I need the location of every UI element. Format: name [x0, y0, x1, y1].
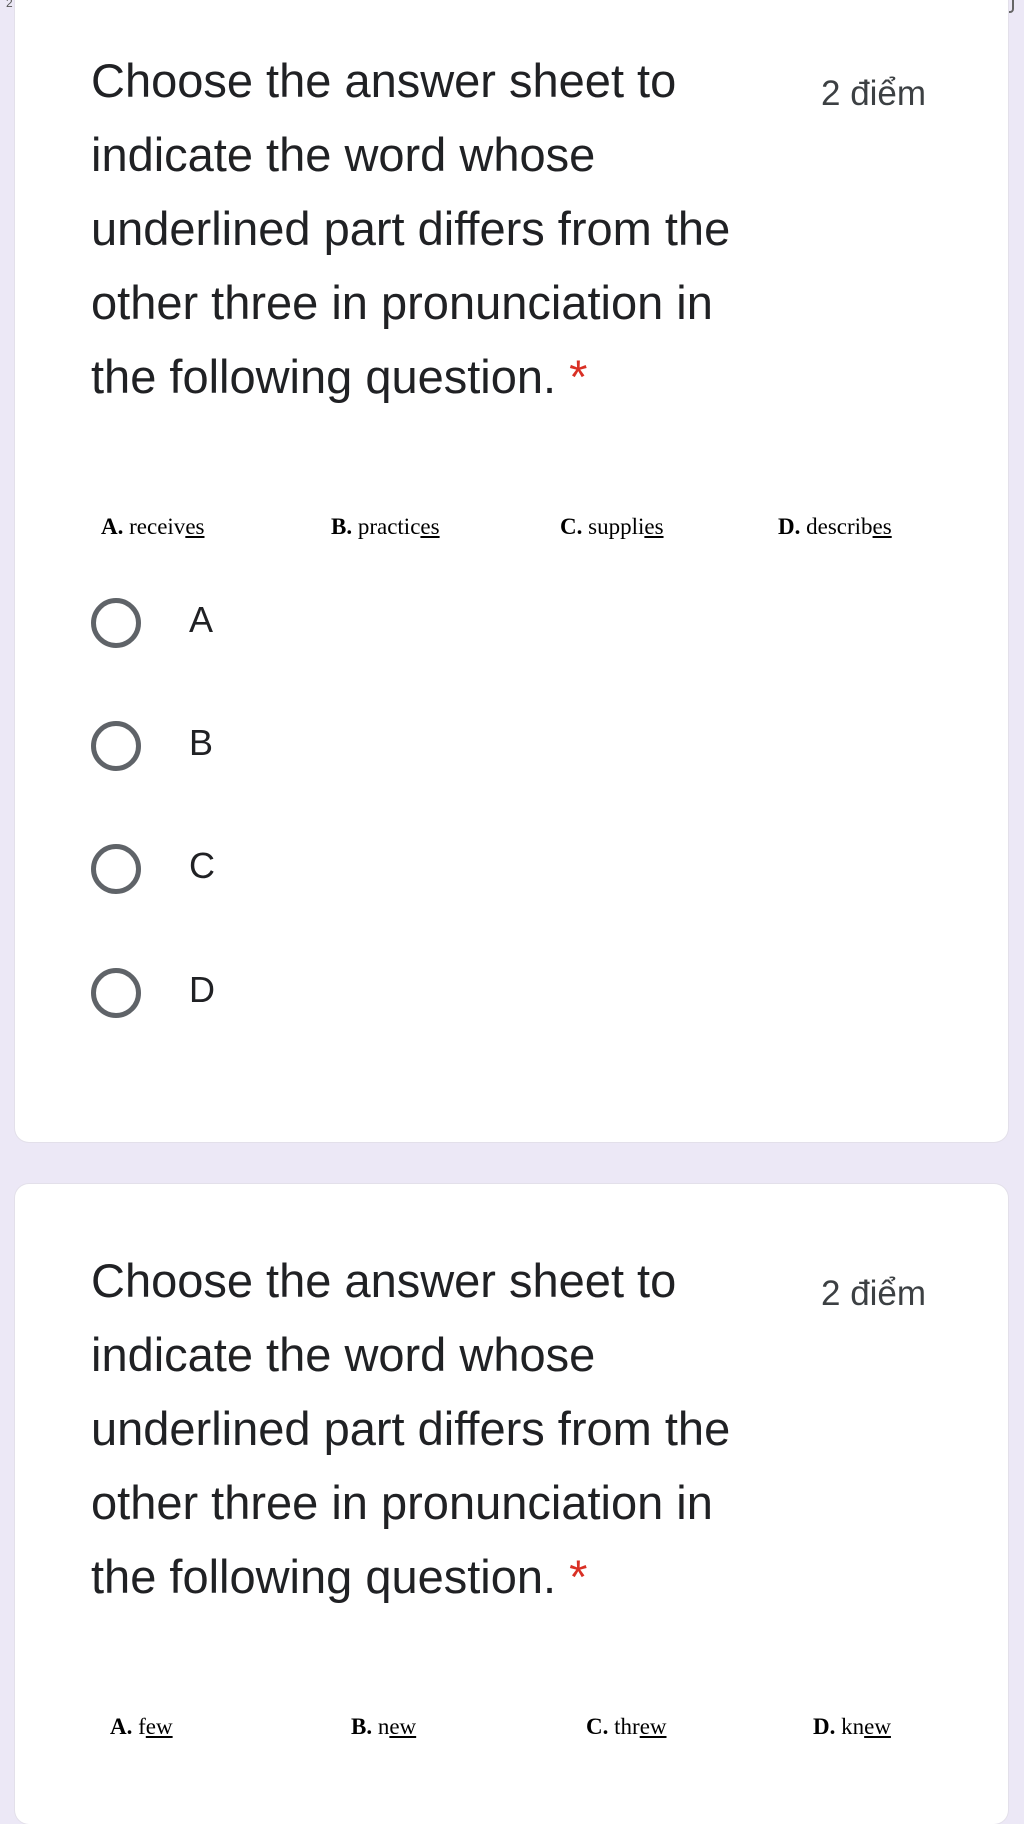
option-text-d: D. describes [778, 514, 892, 539]
option-text-c: C. supplies [560, 514, 664, 539]
question-title-line: other three in pronunciation in [91, 276, 713, 329]
question-title-line: Choose the answer sheet to [91, 1254, 677, 1307]
option-text-d: D. knew [813, 1714, 891, 1739]
radio-label: B [189, 722, 214, 763]
question-image-options: A. few B. new C. threw D. knew [15, 1714, 1008, 1754]
option-text-a: A. receives [101, 514, 205, 539]
radio-label: A [189, 599, 214, 640]
option-text-a: A. few [110, 1714, 173, 1739]
question-title-line: Choose the answer sheet to [91, 54, 677, 107]
option-text-b: B. new [351, 1714, 417, 1739]
question-image-options: A. receives B. practices C. supplies D. … [15, 514, 1008, 554]
question-title-line: indicate the word whose [91, 1328, 596, 1381]
question-title-line: other three in pronunciation in [91, 1476, 713, 1529]
question-points: 2 điểm [821, 1274, 927, 1313]
radio-button[interactable] [91, 968, 141, 1018]
question-title-line: underlined part differs from the [91, 202, 731, 255]
question-title: Choose the answer sheet to indicate the … [91, 1244, 731, 1614]
radio-button[interactable] [91, 844, 141, 894]
question-card-1: Choose the answer sheet to indicate the … [15, 0, 1008, 1142]
required-asterisk: * [569, 1550, 588, 1603]
question-title-line: indicate the word whose [91, 128, 596, 181]
question-title-line: the following question. [91, 1550, 557, 1603]
question-card-2: Choose the answer sheet to indicate the … [15, 1184, 1008, 1824]
radio-button[interactable] [91, 598, 141, 648]
radio-button[interactable] [91, 721, 141, 771]
question-title: Choose the answer sheet to indicate the … [91, 44, 731, 414]
radio-option-d[interactable]: D [91, 960, 491, 1030]
radio-option-a[interactable]: A [91, 590, 491, 660]
option-text-b: B. practices [331, 514, 440, 539]
option-text-c: C. threw [586, 1714, 667, 1739]
radio-label: C [189, 845, 215, 886]
question-title-line: the following question. [91, 350, 557, 403]
question-points: 2 điểm [821, 74, 927, 113]
radio-label: D [189, 969, 215, 1010]
question-title-line: underlined part differs from the [91, 1402, 731, 1455]
radio-option-c[interactable]: C [91, 836, 491, 906]
radio-option-b[interactable]: B [91, 713, 491, 783]
required-asterisk: * [569, 350, 588, 403]
